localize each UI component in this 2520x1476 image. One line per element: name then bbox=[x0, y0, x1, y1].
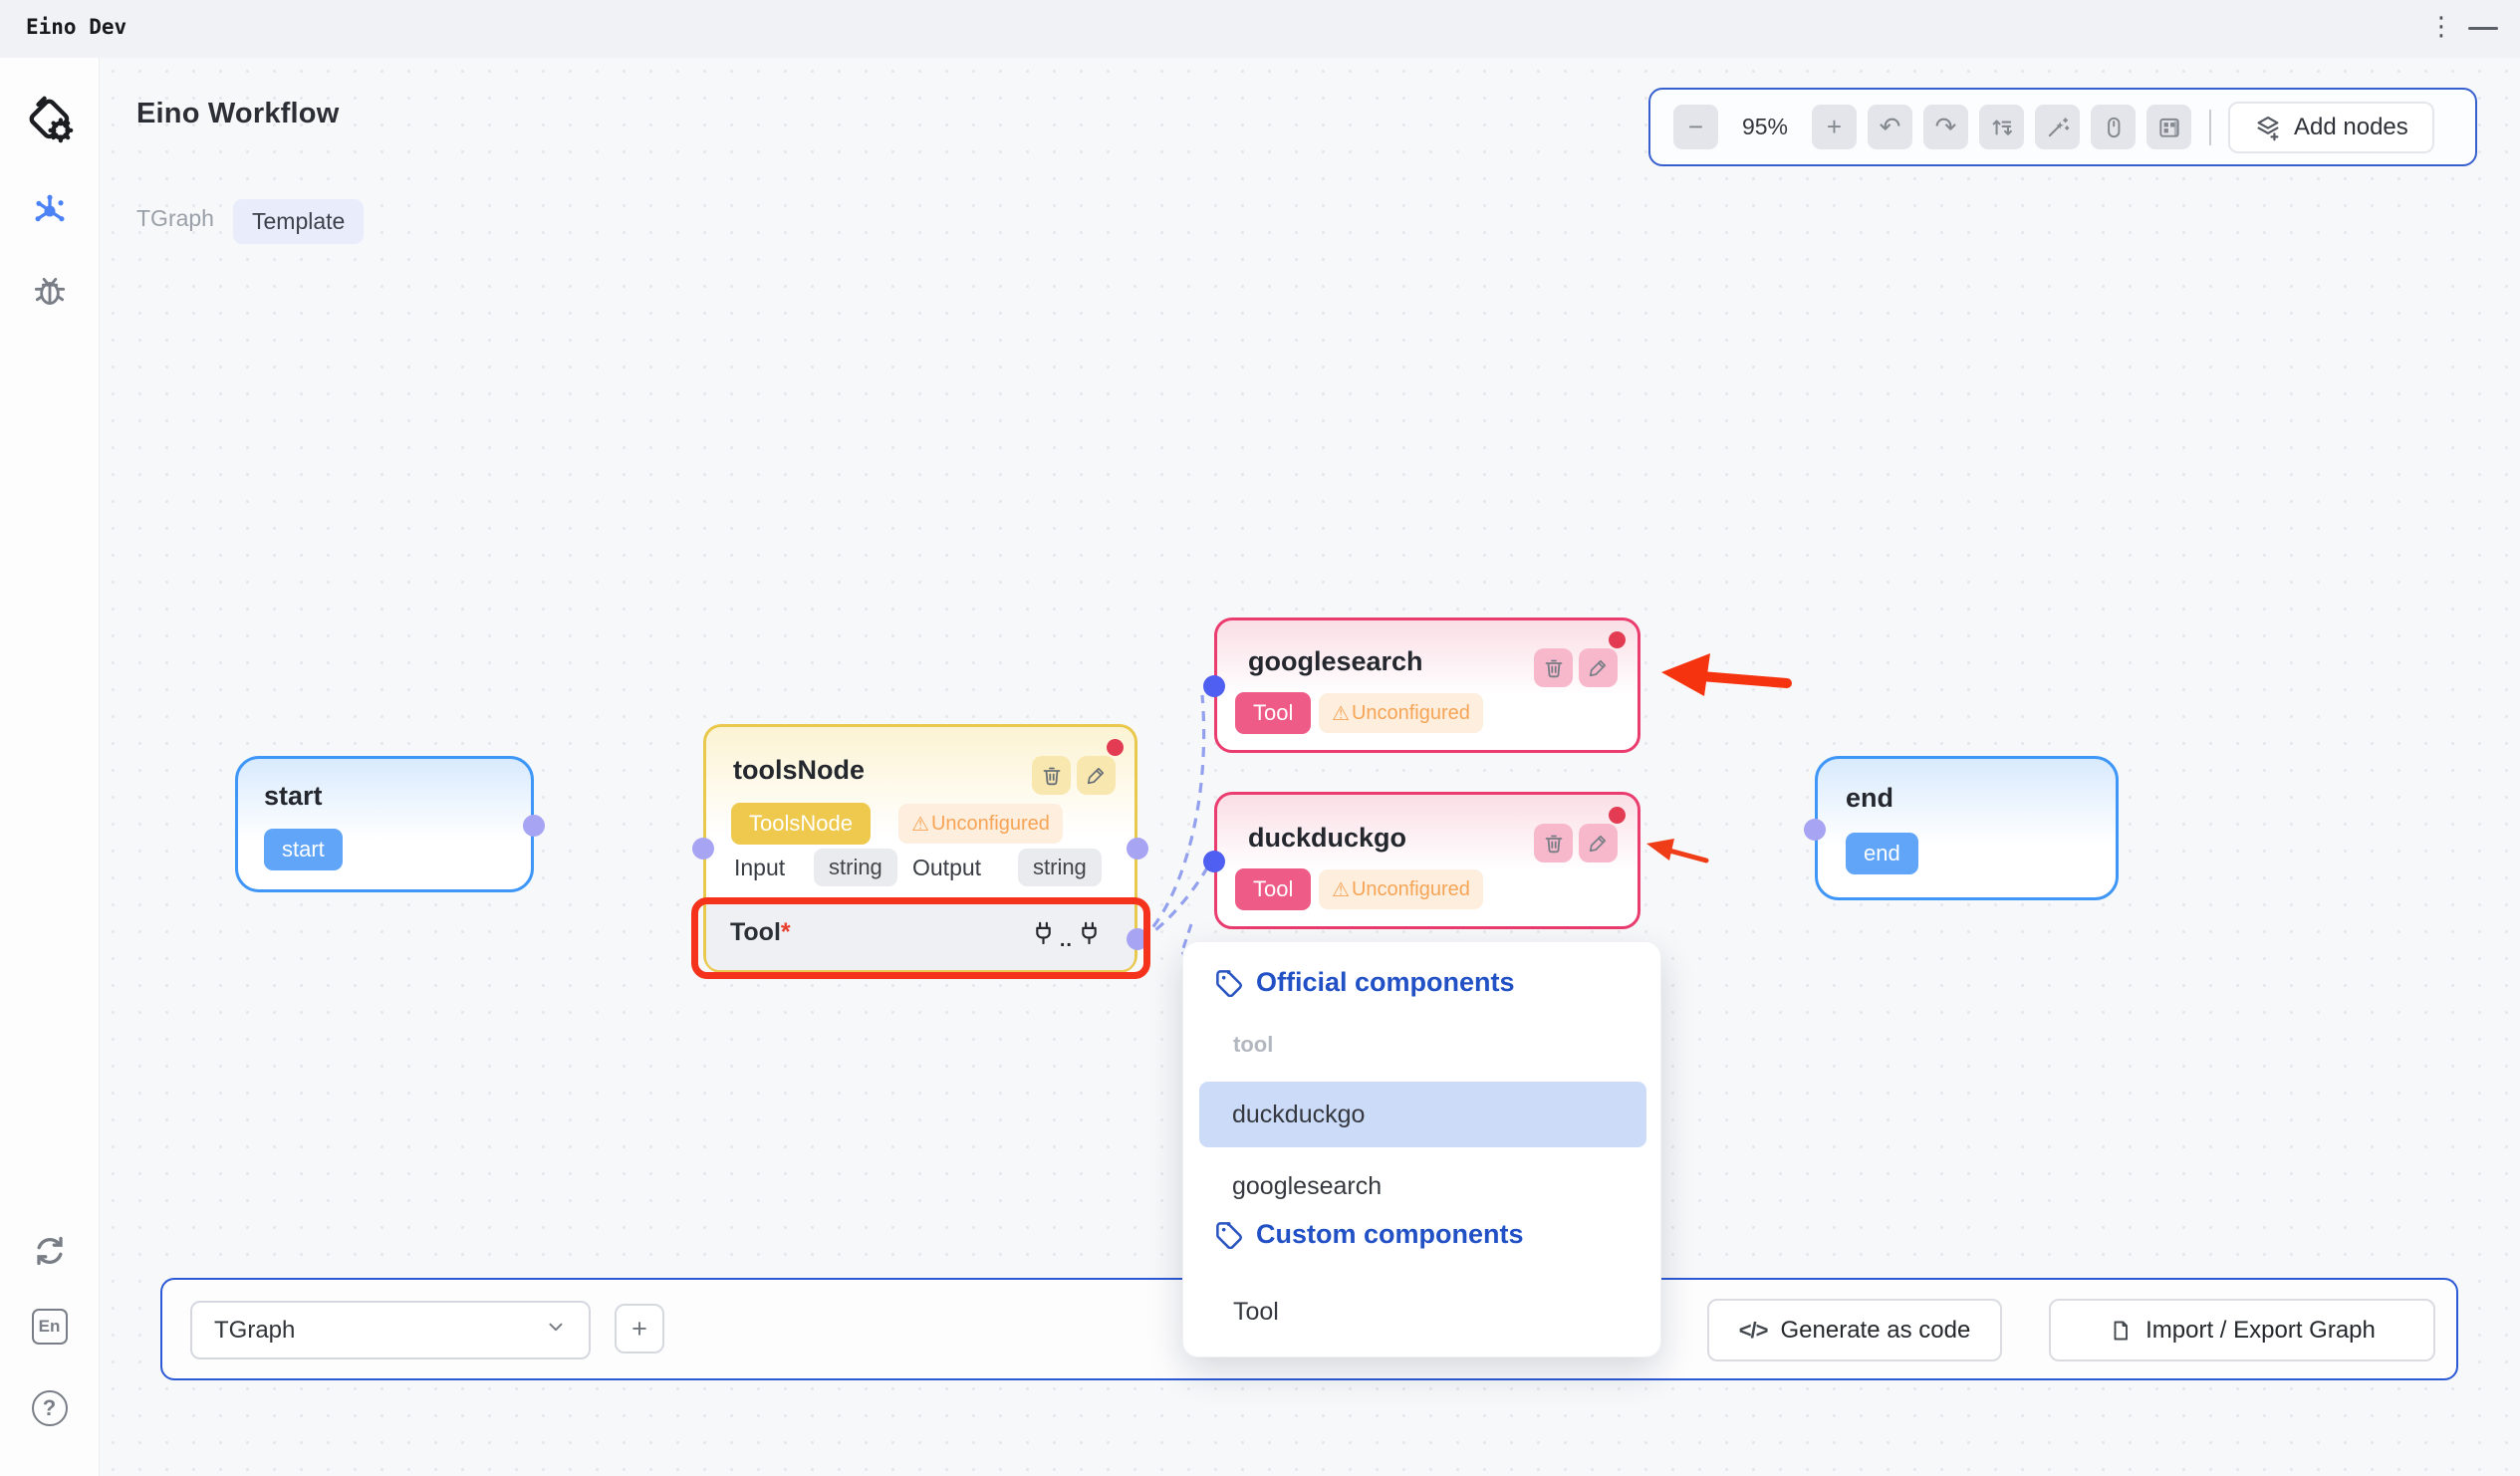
magic-wand-button[interactable] bbox=[2035, 105, 2080, 149]
chevron-down-icon bbox=[545, 1316, 567, 1345]
plug-icons: .. bbox=[1030, 920, 1103, 947]
graph-name-label: TGraph bbox=[136, 205, 214, 232]
picker-item-googlesearch[interactable]: googlesearch bbox=[1199, 1155, 1646, 1217]
node-title: duckduckgo bbox=[1248, 823, 1406, 854]
picker-item-duckduckgo[interactable]: duckduckgo bbox=[1199, 1082, 1646, 1147]
node-duckduckgo[interactable]: duckduckgo Tool ⚠Unconfigured bbox=[1214, 792, 1640, 929]
window-minimize-icon[interactable] bbox=[2468, 27, 2498, 30]
required-marker: * bbox=[781, 918, 791, 946]
port-googlesearch-input[interactable] bbox=[1203, 675, 1225, 697]
left-sidebar: En ? bbox=[0, 58, 100, 1476]
node-googlesearch[interactable]: googlesearch Tool ⚠Unconfigured bbox=[1214, 617, 1640, 753]
zoom-level: 95% bbox=[1729, 114, 1801, 140]
canvas-toolbar: − 95% + ↶ ↷ bbox=[1648, 88, 2477, 166]
output-label: Output bbox=[912, 855, 981, 881]
import-export-graph-button[interactable]: Import / Export Graph bbox=[2049, 1299, 2435, 1361]
add-graph-button[interactable]: + bbox=[615, 1304, 664, 1353]
node-title: start bbox=[264, 781, 323, 812]
minimap-button[interactable] bbox=[2146, 105, 2191, 149]
port-end-input[interactable] bbox=[1804, 819, 1826, 841]
node-end[interactable]: end end bbox=[1815, 756, 2119, 900]
input-label: Input bbox=[734, 855, 785, 881]
edit-node-button[interactable] bbox=[1077, 756, 1116, 795]
node-title: end bbox=[1846, 783, 1893, 814]
node-title: googlesearch bbox=[1248, 646, 1423, 677]
delete-node-button[interactable] bbox=[1534, 648, 1573, 687]
mouse-settings-button[interactable] bbox=[2091, 105, 2136, 149]
port-start-output[interactable] bbox=[523, 815, 545, 837]
node-type-badge: start bbox=[264, 829, 343, 870]
template-badge[interactable]: Template bbox=[233, 199, 364, 244]
port-toolsnode-input[interactable] bbox=[692, 838, 714, 860]
zoom-in-button[interactable]: + bbox=[1812, 105, 1857, 149]
node-start[interactable]: start start bbox=[235, 756, 534, 892]
node-toolsnode[interactable]: toolsNode ToolsNode ⚠Unconfigured Input … bbox=[703, 724, 1137, 973]
node-type-badge: Tool bbox=[1235, 692, 1311, 734]
edit-node-button[interactable] bbox=[1579, 824, 1618, 862]
port-duckduckgo-input[interactable] bbox=[1203, 851, 1225, 872]
window-menu-icon[interactable]: ⋮ bbox=[2428, 12, 2454, 42]
status-badge: ⚠Unconfigured bbox=[1319, 869, 1483, 909]
plug-dots: .. bbox=[1060, 933, 1073, 947]
app-title: Eino Dev bbox=[26, 15, 126, 39]
zoom-out-button[interactable]: − bbox=[1673, 105, 1718, 149]
warning-icon: ⚠ bbox=[911, 812, 929, 836]
port-tool-slot[interactable] bbox=[1127, 928, 1148, 950]
annotation-arrow-googlesearch bbox=[1701, 676, 1787, 683]
sidebar-item-workflow[interactable] bbox=[28, 189, 72, 233]
custom-components-header: Custom components bbox=[1214, 1219, 1524, 1250]
annotation-arrow-duckduckgo bbox=[1669, 851, 1706, 861]
input-type-badge: string bbox=[814, 849, 897, 886]
redo-button[interactable]: ↷ bbox=[1923, 105, 1968, 149]
page-title: Eino Workflow bbox=[136, 98, 339, 130]
delete-node-button[interactable] bbox=[1032, 756, 1071, 795]
node-type-badge: Tool bbox=[1235, 868, 1311, 910]
plug-icon bbox=[1076, 920, 1103, 947]
add-nodes-label: Add nodes bbox=[2294, 114, 2408, 141]
edit-node-button[interactable] bbox=[1579, 648, 1618, 687]
delete-node-button[interactable] bbox=[1534, 824, 1573, 862]
undo-button[interactable]: ↶ bbox=[1868, 105, 1912, 149]
tag-icon bbox=[1214, 1220, 1243, 1249]
plug-icon bbox=[1030, 920, 1057, 947]
picker-item-tool[interactable]: Tool bbox=[1199, 1281, 1646, 1343]
window-title-bar: Eino Dev ⋮ bbox=[0, 0, 2520, 58]
status-badge: ⚠Unconfigured bbox=[898, 804, 1063, 844]
category-label: tool bbox=[1233, 1032, 1273, 1058]
document-icon bbox=[2109, 1319, 2133, 1343]
auto-layout-button[interactable] bbox=[1979, 105, 2024, 149]
generate-as-code-button[interactable]: </> Generate as code bbox=[1707, 1299, 2002, 1361]
unsaved-indicator-dot bbox=[1609, 631, 1626, 648]
output-type-badge: string bbox=[1018, 849, 1102, 886]
node-type-badge: end bbox=[1846, 833, 1918, 874]
unsaved-indicator-dot bbox=[1107, 739, 1124, 756]
sidebar-item-debug[interactable] bbox=[30, 271, 70, 311]
tool-slot-row[interactable]: Tool* .. bbox=[706, 898, 1134, 970]
tool-slot-label: Tool* bbox=[730, 918, 791, 947]
graph-selector[interactable]: TGraph bbox=[190, 1301, 591, 1359]
port-toolsnode-output[interactable] bbox=[1127, 838, 1148, 860]
official-components-header: Official components bbox=[1214, 967, 1515, 998]
code-icon: </> bbox=[1739, 1318, 1768, 1344]
tag-icon bbox=[1214, 968, 1243, 997]
node-type-badge: ToolsNode bbox=[731, 803, 871, 845]
warning-icon: ⚠ bbox=[1332, 877, 1350, 901]
graph-selector-value: TGraph bbox=[214, 1317, 295, 1345]
status-badge: ⚠Unconfigured bbox=[1319, 693, 1483, 733]
component-picker-dropdown: Official components tool duckduckgo goog… bbox=[1182, 941, 1661, 1357]
add-nodes-button[interactable]: Add nodes bbox=[2228, 102, 2434, 153]
refresh-icon[interactable] bbox=[30, 1231, 70, 1271]
language-icon[interactable]: En bbox=[32, 1309, 68, 1345]
toolbar-divider bbox=[2209, 110, 2211, 145]
warning-icon: ⚠ bbox=[1332, 701, 1350, 725]
app-logo-icon bbox=[21, 90, 79, 149]
unsaved-indicator-dot bbox=[1609, 807, 1626, 824]
node-title: toolsNode bbox=[733, 755, 865, 786]
help-icon[interactable]: ? bbox=[32, 1390, 68, 1426]
